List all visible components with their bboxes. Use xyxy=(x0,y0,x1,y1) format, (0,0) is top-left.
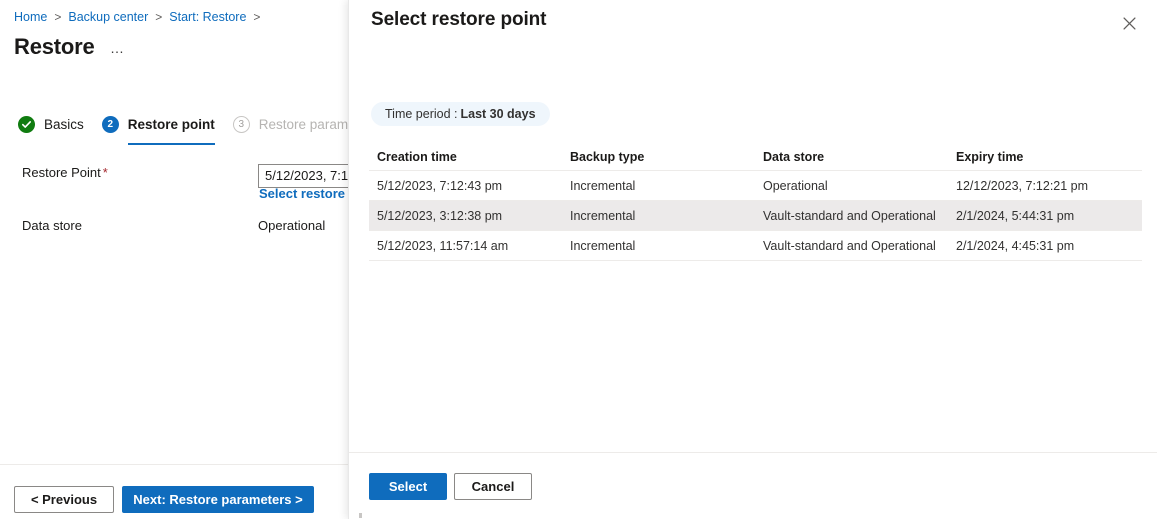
more-options-icon[interactable]: … xyxy=(110,40,126,56)
breadcrumb-separator-icon: > xyxy=(54,10,62,24)
data-store-value: Operational xyxy=(258,218,326,233)
panel-title: Select restore point xyxy=(371,9,547,30)
cell-expiry-time: 12/12/2023, 7:12:21 pm xyxy=(956,178,1089,193)
breadcrumb-item-start-restore[interactable]: Start: Restore xyxy=(169,9,246,25)
panel-resize-handle[interactable] xyxy=(359,513,362,518)
time-period-prefix: Time period : xyxy=(385,107,458,121)
wizard-steps: Basics 2 Restore point 3 Restore paramet… xyxy=(18,110,396,145)
wizard-step-basics[interactable]: Basics xyxy=(18,110,84,138)
wizard-step-label: Restore point xyxy=(127,116,215,132)
restore-points-table: Creation time Backup type Data store Exp… xyxy=(369,144,1142,261)
breadcrumb-item-backup-center[interactable]: Backup center xyxy=(68,9,148,25)
time-period-filter[interactable]: Time period : Last 30 days xyxy=(371,102,550,126)
table-header-row: Creation time Backup type Data store Exp… xyxy=(369,144,1142,171)
panel-footer-divider xyxy=(349,452,1157,453)
cell-data-store: Operational xyxy=(763,178,828,193)
breadcrumb-separator-icon: > xyxy=(253,10,261,24)
time-period-value: Last 30 days xyxy=(460,107,536,121)
app-root: Home > Backup center > Start: Restore > … xyxy=(0,0,1157,519)
cell-data-store: Vault-standard and Operational xyxy=(763,208,936,223)
cell-expiry-time: 2/1/2024, 4:45:31 pm xyxy=(956,238,1075,253)
breadcrumb: Home > Backup center > Start: Restore > xyxy=(14,9,267,25)
select-restore-point-panel: Select restore point Time period : Last … xyxy=(348,0,1157,519)
close-icon[interactable] xyxy=(1117,11,1141,35)
table-row[interactable]: 5/12/2023, 11:57:14 am Incremental Vault… xyxy=(369,231,1142,261)
footer-divider xyxy=(0,464,348,465)
table-row[interactable]: 5/12/2023, 3:12:38 pm Incremental Vault-… xyxy=(369,201,1142,231)
select-button[interactable]: Select xyxy=(369,473,447,500)
wizard-step-label: Basics xyxy=(44,116,84,132)
previous-button[interactable]: < Previous xyxy=(14,486,114,513)
cancel-button[interactable]: Cancel xyxy=(454,473,532,500)
column-header-data-store[interactable]: Data store xyxy=(763,150,956,164)
cell-backup-type: Incremental xyxy=(570,208,636,223)
required-marker: * xyxy=(102,165,108,180)
active-step-underline xyxy=(127,143,215,145)
cell-expiry-time: 2/1/2024, 5:44:31 pm xyxy=(956,208,1075,223)
check-circle-icon xyxy=(18,115,35,133)
cell-creation-time: 5/12/2023, 3:12:38 pm xyxy=(377,208,503,223)
wizard-step-restore-point[interactable]: 2 Restore point xyxy=(101,110,215,145)
next-restore-parameters-button[interactable]: Next: Restore parameters > xyxy=(122,486,314,513)
breadcrumb-item-home[interactable]: Home xyxy=(14,9,47,25)
column-header-expiry-time[interactable]: Expiry time xyxy=(956,150,1146,164)
column-header-creation-time[interactable]: Creation time xyxy=(377,150,570,164)
cell-backup-type: Incremental xyxy=(570,178,636,193)
step-number-badge: 2 xyxy=(101,115,119,133)
page-title: Restore xyxy=(14,34,95,59)
column-header-backup-type[interactable]: Backup type xyxy=(570,150,763,164)
step-number-badge: 3 xyxy=(232,115,250,133)
data-store-label: Data store xyxy=(22,218,82,233)
cell-data-store: Vault-standard and Operational xyxy=(763,238,936,253)
cell-creation-time: 5/12/2023, 11:57:14 am xyxy=(377,238,509,253)
table-row[interactable]: 5/12/2023, 7:12:43 pm Incremental Operat… xyxy=(369,171,1142,201)
restore-point-label: Restore Point * xyxy=(22,165,108,180)
breadcrumb-separator-icon: > xyxy=(155,10,163,24)
cell-backup-type: Incremental xyxy=(570,238,636,253)
cell-creation-time: 5/12/2023, 7:12:43 pm xyxy=(377,178,503,193)
